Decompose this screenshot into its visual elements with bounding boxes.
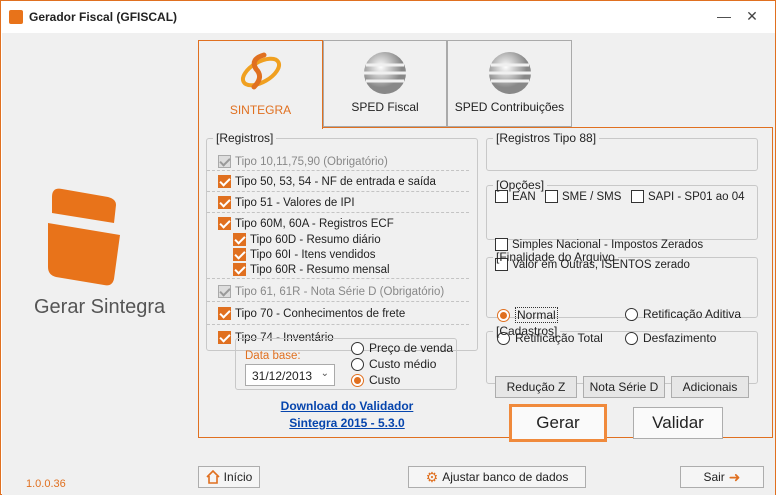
date-base-label: Data base: [245, 350, 301, 362]
tab-label: SINTEGRA [229, 103, 292, 117]
adicionais-button[interactable]: Adicionais [671, 376, 749, 398]
tipo88-group: [Registros Tipo 88] [486, 131, 758, 171]
chk-tipo-50[interactable]: Tipo 50, 53, 54 - NF de entrada e saída [218, 175, 436, 188]
cadastros-legend: [Cadastros] [496, 324, 558, 338]
date-base-field[interactable]: 31/12/2013 ⌄ [245, 364, 335, 386]
globe-icon [488, 52, 531, 94]
home-icon [206, 470, 220, 484]
chk-tipo-60m[interactable]: Tipo 60M, 60A - Registros ECF [218, 217, 394, 230]
sintegra-logo-icon [48, 188, 120, 286]
exit-arrow-icon: ➜ [728, 468, 741, 485]
nota-serie-d-button[interactable]: Nota Série D [583, 376, 665, 398]
radio-custo-medio[interactable]: Custo médio [351, 357, 436, 371]
sintegra-panel: [Registros] Tipo 10,11,75,90 (Obrigatóri… [198, 127, 773, 442]
reducao-z-button[interactable]: Redução Z [495, 376, 577, 398]
minimize-icon[interactable]: — [709, 5, 739, 27]
sintegra-icon [240, 52, 281, 90]
tab-label: SPED Contribuições [454, 100, 565, 114]
chk-tipo-60i[interactable]: Tipo 60I - Itens vendidos [233, 248, 376, 261]
registros-legend: [Registros] [216, 131, 274, 145]
opcoes-legend: [Opções] [496, 178, 545, 192]
inicio-button[interactable]: Início [198, 466, 260, 488]
chk-tipo-51[interactable]: Tipo 51 - Valores de IPI [218, 196, 355, 209]
cadastros-group: [Cadastros] [486, 324, 758, 384]
validar-button[interactable]: Validar [633, 407, 723, 439]
window-title: Gerador Fiscal (GFISCAL) [29, 10, 178, 24]
app-icon [9, 10, 23, 24]
brand-label: Gerar Sintegra [34, 296, 166, 318]
globe-icon [364, 52, 406, 94]
chk-tipo-61: Tipo 61, 61R - Nota Série D (Obrigatório… [218, 285, 444, 298]
tab-sped-contribuicoes[interactable]: SPED Contribuições [447, 40, 572, 127]
download-validador-link[interactable]: Download do Validador Sintegra 2015 - 5.… [251, 398, 443, 432]
tab-sped-fiscal[interactable]: SPED Fiscal [323, 40, 447, 127]
gerar-button[interactable]: Gerar [509, 404, 607, 442]
radio-retificacao-aditiva[interactable]: Retificação Aditiva [625, 307, 741, 321]
chevron-down-icon: ⌄ [320, 368, 329, 379]
main-content: Gerar Sintegra 1.0.0.36 SINTEGRA SPED Fi… [2, 33, 775, 495]
gear-icon: ⚙ [425, 468, 439, 485]
chk-tipo-60d[interactable]: Tipo 60D - Resumo diário [233, 233, 381, 246]
opcoes-group: [Opções] [486, 178, 758, 240]
radio-preco-venda[interactable]: Preço de venda [351, 341, 453, 355]
radio-custo[interactable]: Custo [351, 373, 400, 387]
title-bar: Gerador Fiscal (GFISCAL) — ✕ [1, 1, 775, 33]
radio-normal[interactable]: Normal [497, 307, 558, 323]
chk-tipo-70[interactable]: Tipo 70 - Conhecimentos de frete [218, 307, 405, 320]
chk-tipo-10: Tipo 10,11,75,90 (Obrigatório) [218, 155, 388, 168]
tab-label: SPED Fiscal [351, 100, 419, 114]
tipo88-legend: [Registros Tipo 88] [496, 131, 597, 145]
ajustar-banco-button[interactable]: ⚙ Ajustar banco de dados [408, 466, 586, 488]
version-label: 1.0.0.36 [26, 478, 66, 490]
tab-sintegra[interactable]: SINTEGRA [198, 40, 323, 129]
app-window: Gerador Fiscal (GFISCAL) — ✕ Gerar Sinte… [0, 0, 776, 495]
sair-button[interactable]: Sair ➜ [680, 466, 764, 488]
close-icon[interactable]: ✕ [737, 5, 767, 27]
finalidade-legend: [Finalidade do Arquivo [496, 250, 615, 264]
chk-tipo-60r[interactable]: Tipo 60R - Resumo mensal [233, 263, 390, 276]
